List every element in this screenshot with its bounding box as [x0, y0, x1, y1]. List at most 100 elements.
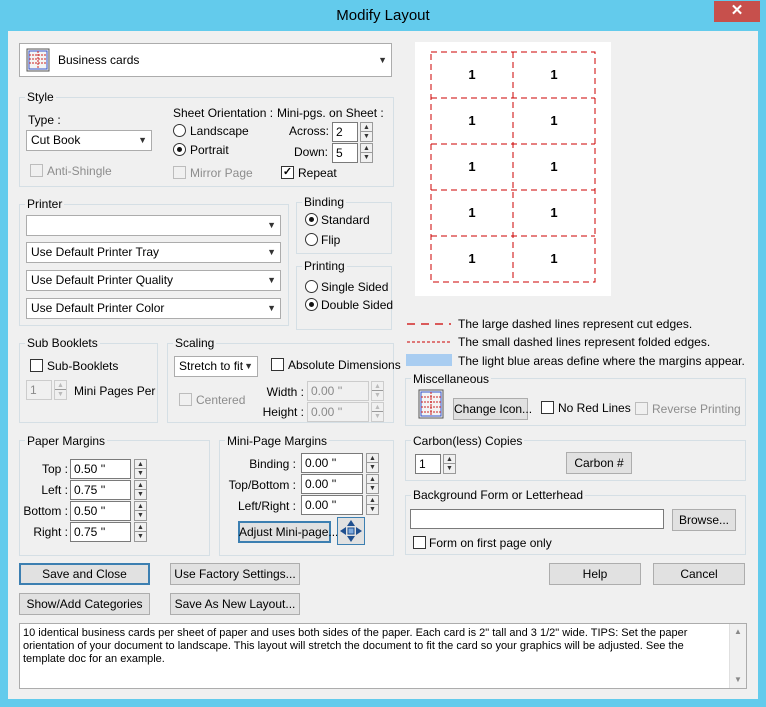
carbon-count-field[interactable]: 1 [415, 454, 441, 474]
mini-topbottom-spinner[interactable]: ▲ ▼ [366, 474, 379, 494]
form-first-page-checkbox[interactable] [413, 536, 426, 549]
sub-booklet-count-field[interactable]: 1 [26, 380, 52, 400]
top-margin-field[interactable]: 0.50 '' [70, 459, 131, 479]
landscape-radio[interactable] [173, 124, 186, 137]
width-spinner[interactable]: ▲ ▼ [371, 381, 384, 401]
preview-cell: 1 [468, 113, 476, 128]
move-arrows-button[interactable] [337, 517, 365, 545]
layout-description[interactable]: 10 identical business cards per sheet of… [19, 623, 747, 689]
centered-checkbox[interactable] [179, 393, 192, 406]
spin-down-icon[interactable]: ▼ [361, 132, 372, 141]
scaling-mode-select[interactable]: Stretch to fit ▼ [174, 356, 258, 377]
spin-up-icon[interactable]: ▲ [135, 460, 146, 469]
mini-topbottom-field[interactable]: 0.00 '' [301, 474, 363, 494]
change-icon-button[interactable]: Change Icon... [453, 398, 532, 420]
description-scrollbar[interactable]: ▲ ▼ [729, 624, 746, 688]
standard-radio[interactable] [305, 213, 318, 226]
spin-up-icon[interactable]: ▲ [55, 381, 66, 390]
tray-select[interactable]: Use Default Printer Tray ▼ [26, 242, 281, 263]
carbon-number-button[interactable]: Carbon # [566, 452, 632, 474]
show-add-categories-button[interactable]: Show/Add Categories [19, 593, 150, 615]
save-close-button[interactable]: Save and Close [19, 563, 150, 585]
double-sided-label: Double Sided [321, 298, 394, 312]
spin-down-icon[interactable]: ▼ [372, 391, 383, 400]
down-field[interactable]: 5 [332, 143, 358, 163]
spin-down-icon[interactable]: ▼ [55, 390, 66, 399]
browse-button[interactable]: Browse... [672, 509, 736, 531]
layout-select[interactable]: Business cards ▼ [19, 43, 392, 77]
save-new-layout-button[interactable]: Save As New Layout... [170, 593, 300, 615]
right-margin-spinner[interactable]: ▲ ▼ [134, 522, 147, 542]
mini-binding-spinner[interactable]: ▲ ▼ [366, 453, 379, 473]
spin-down-icon[interactable]: ▼ [367, 484, 378, 493]
down-spinner[interactable]: ▲ ▼ [360, 143, 373, 163]
printer-select[interactable]: ▼ [26, 215, 281, 236]
mini-binding-field[interactable]: 0.00 '' [301, 453, 363, 473]
repeat-checkbox[interactable]: ✓ [281, 166, 294, 179]
mini-binding-label: Binding : [249, 457, 296, 471]
single-sided-radio[interactable] [305, 280, 318, 293]
across-spinner[interactable]: ▲ ▼ [360, 122, 373, 142]
spin-down-icon[interactable]: ▼ [135, 469, 146, 478]
sub-booklet-spinner[interactable]: ▲ ▼ [54, 380, 67, 400]
spin-up-icon[interactable]: ▲ [367, 496, 378, 505]
layout-icon [418, 389, 444, 419]
spin-up-icon[interactable]: ▲ [444, 455, 455, 464]
factory-settings-button[interactable]: Use Factory Settings... [170, 563, 300, 585]
scroll-up-icon[interactable]: ▲ [730, 624, 746, 640]
anti-shingle-label: Anti-Shingle [47, 164, 112, 178]
spin-up-icon[interactable]: ▲ [372, 382, 383, 391]
spin-down-icon[interactable]: ▼ [372, 412, 383, 421]
portrait-radio[interactable] [173, 143, 186, 156]
spin-up-icon[interactable]: ▲ [135, 502, 146, 511]
cancel-button[interactable]: Cancel [653, 563, 745, 585]
anti-shingle-checkbox[interactable] [30, 164, 43, 177]
flip-radio[interactable] [305, 233, 318, 246]
carbon-spinner[interactable]: ▲ ▼ [443, 454, 456, 474]
across-field[interactable]: 2 [332, 122, 358, 142]
reverse-printing-checkbox[interactable] [635, 402, 648, 415]
spin-up-icon[interactable]: ▲ [135, 523, 146, 532]
spin-down-icon[interactable]: ▼ [135, 490, 146, 499]
quality-select[interactable]: Use Default Printer Quality ▼ [26, 270, 281, 291]
spin-down-icon[interactable]: ▼ [367, 463, 378, 472]
left-margin-field[interactable]: 0.75 '' [70, 480, 131, 500]
bottom-margin-spinner[interactable]: ▲ ▼ [134, 501, 147, 521]
spin-down-icon[interactable]: ▼ [135, 511, 146, 520]
spin-up-icon[interactable]: ▲ [361, 123, 372, 132]
reverse-printing-label: Reverse Printing [652, 402, 741, 416]
scroll-down-icon[interactable]: ▼ [730, 672, 746, 688]
height-field[interactable]: 0.00 '' [307, 402, 369, 422]
mini-leftright-spinner[interactable]: ▲ ▼ [366, 495, 379, 515]
bottom-margin-label: Bottom : [23, 504, 68, 518]
spin-down-icon[interactable]: ▼ [367, 505, 378, 514]
spin-down-icon[interactable]: ▼ [135, 532, 146, 541]
right-margin-field[interactable]: 0.75 '' [70, 522, 131, 542]
spin-down-icon[interactable]: ▼ [361, 153, 372, 162]
height-label: Height : [262, 405, 304, 419]
height-spinner[interactable]: ▲ ▼ [371, 402, 384, 422]
background-path-field[interactable] [410, 509, 664, 529]
absolute-dimensions-checkbox[interactable] [271, 358, 284, 371]
help-button[interactable]: Help [549, 563, 641, 585]
mirror-page-checkbox[interactable] [173, 166, 186, 179]
mini-leftright-field[interactable]: 0.00 '' [301, 495, 363, 515]
double-sided-radio[interactable] [305, 298, 318, 311]
title-bar[interactable]: Modify Layout ✕ [0, 0, 766, 31]
left-margin-spinner[interactable]: ▲ ▼ [134, 480, 147, 500]
spin-up-icon[interactable]: ▲ [372, 403, 383, 412]
spin-up-icon[interactable]: ▲ [135, 481, 146, 490]
color-select[interactable]: Use Default Printer Color ▼ [26, 298, 281, 319]
bottom-margin-field[interactable]: 0.50 '' [70, 501, 131, 521]
width-field[interactable]: 0.00 '' [307, 381, 369, 401]
spin-up-icon[interactable]: ▲ [367, 475, 378, 484]
sub-booklets-checkbox[interactable] [30, 359, 43, 372]
no-red-lines-checkbox[interactable] [541, 401, 554, 414]
spin-down-icon[interactable]: ▼ [444, 464, 455, 473]
spin-up-icon[interactable]: ▲ [367, 454, 378, 463]
spin-up-icon[interactable]: ▲ [361, 144, 372, 153]
close-button[interactable]: ✕ [714, 1, 760, 22]
adjust-mini-page-button[interactable]: Adjust Mini-page... [238, 521, 338, 543]
type-select[interactable]: Cut Book ▼ [26, 130, 152, 151]
top-margin-spinner[interactable]: ▲ ▼ [134, 459, 147, 479]
